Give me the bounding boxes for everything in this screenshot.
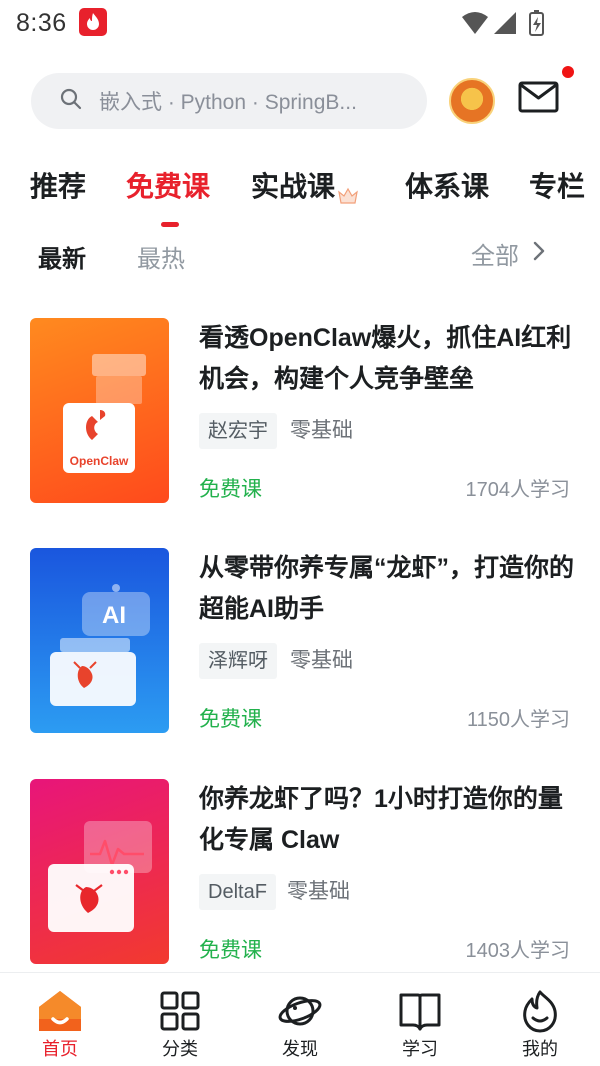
status-time: 8:36 [16,9,67,37]
active-tab-indicator [161,222,179,227]
search-placeholder: 嵌入式 · Python · SpringB... [99,91,357,114]
tab-recommend[interactable]: 推荐 [30,165,86,205]
course-price: 免费课 [199,708,262,731]
course-cover: OpenClaw [30,318,169,503]
battery-icon [529,10,544,36]
nav-category[interactable]: 分类 [140,989,220,1061]
sub-tab-latest[interactable]: 最新 [38,239,86,274]
course-price: 免费课 [199,478,262,501]
grid-icon [157,989,203,1033]
course-card[interactable]: AI 从零带你养专属“龙虾”，打造你的超能AI助手 泽辉呀 零基础 免费课 11… [30,548,574,733]
book-icon [397,989,443,1033]
unread-dot [562,66,574,78]
course-level: 零基础 [290,419,353,442]
crown-icon [337,180,359,204]
course-learners: 1704人学习 [465,479,571,501]
nav-learn[interactable]: 学习 [380,989,460,1061]
nav-discover[interactable]: 发现 [260,989,340,1061]
course-card[interactable]: OpenClaw 看透OpenClaw爆火，抓住AI红利机会，构建个人竞争壁垒 … [30,318,571,503]
bottom-navigation: 首页 分类 发现 学习 我的 [0,972,600,1066]
nav-home-label: 首页 [42,1039,78,1059]
flame-face-icon [517,989,563,1033]
signal-icon [494,12,516,34]
cover-brand-text: OpenClaw [69,454,129,468]
course-teacher: DeltaF [199,874,276,910]
tab-system-courses[interactable]: 体系课 [405,165,489,205]
nav-home[interactable]: 首页 [20,989,100,1061]
cover-ai-text: AI [102,602,126,629]
search-icon [59,87,83,116]
status-icons [460,10,550,43]
course-cover [30,779,169,964]
tab-columns[interactable]: 专栏 [529,165,585,205]
status-bar: 8:36 [0,0,600,48]
avatar[interactable] [449,78,495,124]
nav-mine-label: 我的 [522,1039,558,1059]
course-teacher: 赵宏宇 [199,413,277,449]
nav-learn-label: 学习 [402,1039,438,1059]
wifi-icon [462,12,488,34]
course-cover: AI [30,548,169,733]
tab-practical-label: 实战课 [251,171,336,202]
course-title: 看透OpenClaw爆火，抓住AI红利机会，构建个人竞争壁垒 [199,324,572,393]
home-icon [37,989,83,1033]
nav-discover-label: 发现 [282,1039,318,1059]
search-bar[interactable]: 嵌入式 · Python · SpringB... [31,73,427,129]
filter-all-label: 全部 [471,243,519,270]
course-level: 零基础 [290,649,353,672]
course-card[interactable]: 你养龙虾了吗？1小时打造你的量化专属 Claw DeltaF 零基础 免费课 1… [30,779,570,964]
mail-icon[interactable] [518,80,560,119]
chevron-right-icon [533,240,545,268]
app-notification-icon [79,8,107,36]
course-learners: 1403人学习 [465,940,571,962]
nav-category-label: 分类 [162,1039,198,1059]
course-title: 从零带你养专属“龙虾”，打造你的超能AI助手 [199,554,575,623]
tab-free-courses[interactable]: 免费课 [126,165,210,205]
course-level: 零基础 [287,880,350,903]
course-price: 免费课 [199,939,262,962]
course-learners: 1150人学习 [466,709,570,731]
category-tabs: 推荐 免费课 实战课 体系课 专栏 [0,165,600,215]
course-title: 你养龙虾了吗？1小时打造你的量化专属 Claw [199,785,563,854]
nav-mine[interactable]: 我的 [500,989,580,1061]
course-teacher: 泽辉呀 [199,643,277,679]
tab-practical-courses[interactable]: 实战课 [251,165,359,205]
planet-icon [277,989,323,1033]
sub-tab-hottest[interactable]: 最热 [137,239,185,274]
filter-all-button[interactable]: 全部 [471,236,545,271]
